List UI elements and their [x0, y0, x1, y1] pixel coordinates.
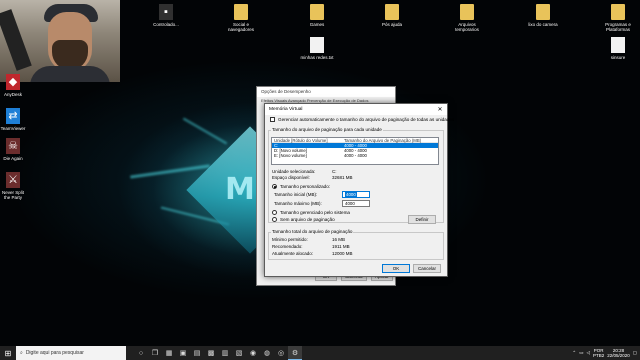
system-managed-radio[interactable] — [272, 210, 277, 215]
min-allowed-value: 16 MB — [332, 237, 346, 242]
folder-icon — [536, 4, 550, 20]
no-paging-label: Sem arquivo de paginação — [280, 217, 335, 222]
max-size-label: Tamanho máximo (MB): — [274, 201, 322, 206]
game-icon: ☠ — [6, 138, 20, 154]
settings-app-icon[interactable]: ⚙ — [288, 346, 302, 360]
auto-manage-checkbox[interactable] — [270, 117, 275, 122]
free-space-label: Espaço disponível: — [272, 175, 310, 180]
no-paging-row[interactable]: Sem arquivo de paginação — [272, 217, 335, 222]
folder-icon — [385, 4, 399, 20]
custom-size-label: Tamanho personalizado: — [280, 184, 331, 189]
auto-manage-row[interactable]: Gerenciar automaticamente o tamanho do a… — [270, 117, 454, 122]
desktop-icon-games[interactable]: Games — [297, 4, 337, 27]
system-managed-row[interactable]: Tamanho gerenciado pelo sistema — [272, 210, 350, 215]
folder-icon — [460, 4, 474, 20]
desktop-icon-minhas-redes[interactable]: minhas redes.txt — [297, 37, 337, 60]
free-space-value: 32681 MB — [332, 175, 353, 180]
taskbar: ⊞ ⌕ Digite aqui para pesquisar ○ ❐ ▦ ▣ ▤… — [0, 346, 640, 360]
drive-row[interactable]: E: [Novo volume] 4000 - 4000 — [272, 153, 438, 158]
volume-icon[interactable]: ◁ — [586, 350, 589, 356]
desktop-icon-controlado[interactable]: ▪ Controlado... — [146, 4, 186, 27]
column-drive: Unidade [Rótulo do Volume] — [274, 138, 328, 143]
desktop-icon-programas[interactable]: Programas e Plataformas — [598, 4, 638, 32]
photoshop-icon[interactable]: ▩ — [204, 346, 218, 360]
system-tray: ⌃ ▭ ◁ POR PTB2 20:28 22/05/2020 ▢ — [572, 348, 640, 358]
min-allowed-label: Mínimo permitido: — [272, 237, 308, 242]
ok-button[interactable]: OK — [382, 264, 410, 273]
anydesk-icon: ◆ — [6, 74, 20, 90]
initial-size-field[interactable]: 4000 — [342, 191, 370, 198]
search-placeholder: Digite aqui para pesquisar — [25, 350, 84, 356]
drive-list[interactable]: Unidade [Rótulo do Volume] Tamanho do Ar… — [271, 137, 439, 165]
wallpaper-logo-letters: M — [225, 172, 255, 207]
discord-icon[interactable]: ◍ — [260, 346, 274, 360]
search-icon: ⌕ — [20, 350, 23, 356]
max-size-field[interactable]: 4000 — [342, 200, 370, 207]
dialog-titlebar: Memória Virtual ✕ — [265, 104, 447, 115]
file-icon: ▪ — [159, 4, 173, 20]
close-icon[interactable]: ✕ — [433, 106, 447, 113]
chevron-up-icon[interactable]: ⌃ — [572, 350, 576, 356]
system-managed-label: Tamanho gerenciado pelo sistema — [280, 210, 350, 215]
set-button[interactable]: Definir — [408, 215, 436, 224]
selected-drive-label: Unidade selecionada: — [272, 169, 316, 174]
current-allocated-value: 12000 MB — [332, 251, 353, 256]
app-icon[interactable]: ▣ — [176, 346, 190, 360]
desktop-icon-anydesk[interactable]: ◆ AnyDesk — [0, 74, 26, 97]
selected-drive-value: C: — [332, 169, 337, 174]
input-language[interactable]: POR PTB2 — [593, 348, 604, 358]
auto-manage-label: Gerenciar automaticamente o tamanho do a… — [278, 117, 455, 122]
media-app-icon[interactable]: ▦ — [162, 346, 176, 360]
taskbar-search[interactable]: ⌕ Digite aqui para pesquisar — [16, 346, 126, 360]
windows-icon: ⊞ — [4, 348, 12, 358]
cortana-icon[interactable]: ○ — [134, 346, 148, 360]
per-drive-group-title: Tamanho do arquivo de paginação para cad… — [271, 127, 383, 132]
recommended-value: 1911 MB — [332, 244, 350, 249]
custom-size-radio[interactable] — [272, 184, 277, 189]
dialog-title: Memória Virtual — [269, 107, 303, 112]
desktop-icon-never-split[interactable]: ⚔ Never Split the Party — [0, 172, 26, 200]
aftereffects-icon[interactable]: ▧ — [232, 346, 246, 360]
steam-icon[interactable]: ◎ — [274, 346, 288, 360]
desktop-icon-lixo-camera[interactable]: lixo do camera — [523, 4, 563, 27]
column-size: Tamanho do Arquivo de Paginação (MB) — [344, 138, 422, 143]
folder-icon — [234, 4, 248, 20]
task-view-icon[interactable]: ❐ — [148, 346, 162, 360]
game-icon: ⚔ — [6, 172, 20, 188]
current-allocated-label: Atualmente alocado: — [272, 251, 314, 256]
file-icon — [611, 37, 625, 53]
chrome-icon[interactable]: ◉ — [246, 346, 260, 360]
folder-icon — [310, 4, 324, 20]
text-file-icon — [310, 37, 324, 53]
desktop-icon-die-again[interactable]: ☠ Die Again — [0, 138, 26, 161]
custom-size-row[interactable]: Tamanho personalizado: — [272, 184, 330, 189]
desktop-icon-pos-ajuda[interactable]: Pós ajuda — [372, 4, 412, 27]
initial-size-label: Tamanho inicial (MB): — [274, 192, 318, 197]
teamviewer-icon: ⇄ — [6, 108, 20, 124]
folder-icon — [611, 4, 625, 20]
clock[interactable]: 20:28 22/05/2020 — [607, 348, 630, 358]
total-group-title: Tamanho total do arquivo de paginação — [271, 229, 354, 234]
premiere-icon[interactable]: ▥ — [218, 346, 232, 360]
no-paging-radio[interactable] — [272, 217, 277, 222]
recommended-label: Recomendado: — [272, 244, 303, 249]
start-button[interactable]: ⊞ — [0, 346, 16, 360]
desktop-icon-sinsure[interactable]: sinsure — [598, 37, 638, 60]
desktop-icon-arquivos-temporarios[interactable]: Arquivos temporarios — [447, 4, 487, 32]
webcam-overlay — [0, 0, 120, 82]
network-icon[interactable]: ▭ — [579, 350, 583, 356]
desktop-icon-social[interactable]: Social e navegadores — [221, 4, 261, 32]
desktop-icon-teamviewer[interactable]: ⇄ TeamViewer — [0, 108, 26, 131]
cancel-button[interactable]: Cancelar — [413, 264, 441, 273]
window-title: Opções de Desempenho — [257, 87, 395, 97]
notifications-icon[interactable]: ▢ — [633, 350, 637, 356]
explorer-icon[interactable]: ▤ — [190, 346, 204, 360]
